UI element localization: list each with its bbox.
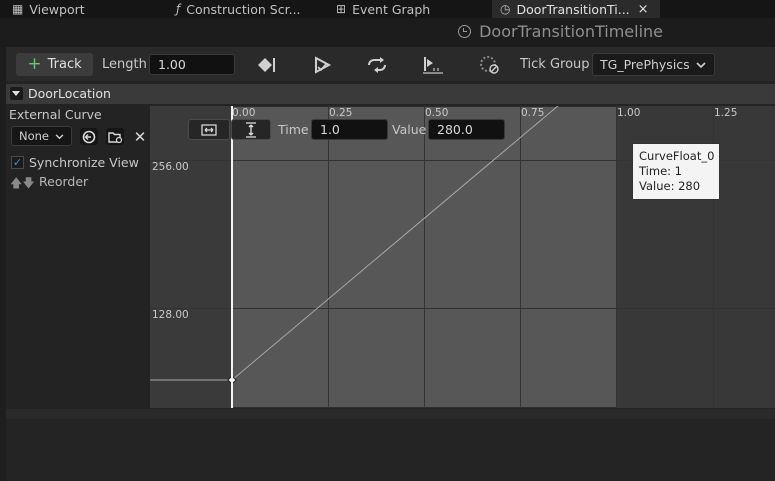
tab-label: DoorTransitionTi...	[516, 1, 630, 17]
tab-label: Viewport	[29, 1, 85, 17]
length-label: Length	[102, 57, 147, 72]
editor-title-text: DoorTransitionTimeline	[479, 22, 663, 41]
reorder-arrows-icon[interactable]: 🡅🡇	[10, 174, 35, 195]
external-curve-dropdown[interactable]: None	[11, 126, 72, 146]
panel-bottom-strip	[6, 409, 775, 419]
key-value-input[interactable]: 280.0	[428, 119, 505, 140]
function-icon: ƒ	[176, 2, 181, 16]
autoplay-icon[interactable]	[311, 54, 333, 76]
graph-icon: ⊞	[336, 2, 347, 16]
curve-segment	[231, 106, 559, 381]
close-icon[interactable]: ×	[638, 2, 649, 17]
synchronize-view-label: Synchronize View	[29, 155, 139, 170]
tooltip-time: Time: 1	[639, 164, 682, 178]
plus-icon: +	[27, 54, 42, 74]
tab-event-graph[interactable]: ⊞ Event Graph	[330, 0, 486, 18]
tab-label: Construction Scr...	[186, 1, 301, 17]
clock-icon: ◷	[500, 2, 511, 16]
use-selected-curve-icon[interactable]	[80, 128, 98, 145]
replicated-icon[interactable]	[421, 54, 445, 76]
tab-construction-script[interactable]: ƒ Construction Scr...	[170, 0, 321, 18]
loop-icon[interactable]	[366, 54, 388, 76]
collapse-triangle-icon[interactable]	[10, 87, 23, 100]
viewport-icon: ▦	[12, 2, 24, 16]
tick-group-value: TG_PrePhysics	[600, 57, 690, 72]
tick-group-dropdown[interactable]: TG_PrePhysics	[592, 53, 715, 76]
time-label: Time	[278, 122, 309, 137]
length-input[interactable]: 1.00	[149, 54, 235, 75]
tab-door-transition-timeline[interactable]: ◷ DoorTransitionTi... ×	[492, 0, 660, 18]
key-time-input[interactable]: 1.0	[311, 119, 388, 140]
track-options-column	[6, 104, 150, 409]
value-label: Value	[392, 122, 427, 137]
external-curve-value: None	[19, 129, 50, 143]
track-name-label: DoorLocation	[28, 86, 111, 101]
track-header	[6, 84, 775, 104]
clear-close-icon[interactable]: ✕	[132, 128, 148, 146]
playhead-line[interactable]	[231, 106, 233, 408]
title-row: DoorTransitionTimeline	[0, 18, 775, 47]
key-tooltip: CurveFloat_0 Time: 1 Value: 280	[632, 143, 720, 200]
tooltip-value: Value: 280	[639, 179, 701, 193]
fit-vertical-button[interactable]	[231, 119, 271, 140]
chevron-down-icon	[55, 129, 64, 143]
tooltip-curve-name: CurveFloat_0	[639, 149, 715, 163]
tab-viewport[interactable]: ▦ Viewport	[0, 0, 162, 18]
synchronize-view-checkbox[interactable]: ✓	[11, 156, 24, 169]
editor-title: DoorTransitionTimeline	[458, 22, 663, 41]
add-track-button[interactable]: + Track	[16, 53, 93, 76]
track-name[interactable]: DoorLocation	[10, 86, 111, 101]
chevron-down-icon	[696, 57, 706, 72]
clock-icon	[458, 25, 472, 38]
fit-horizontal-button[interactable]	[188, 119, 230, 140]
reorder-label: Reorder	[39, 174, 89, 189]
ignore-time-dilation-icon[interactable]	[478, 54, 502, 76]
add-track-label: Track	[47, 57, 82, 72]
external-curve-label: External Curve	[9, 107, 102, 122]
browse-folder-icon[interactable]	[106, 128, 124, 145]
tick-group-label: Tick Group	[520, 57, 590, 72]
tab-label: Event Graph	[352, 1, 431, 17]
use-last-keyframe-icon[interactable]	[255, 54, 277, 76]
